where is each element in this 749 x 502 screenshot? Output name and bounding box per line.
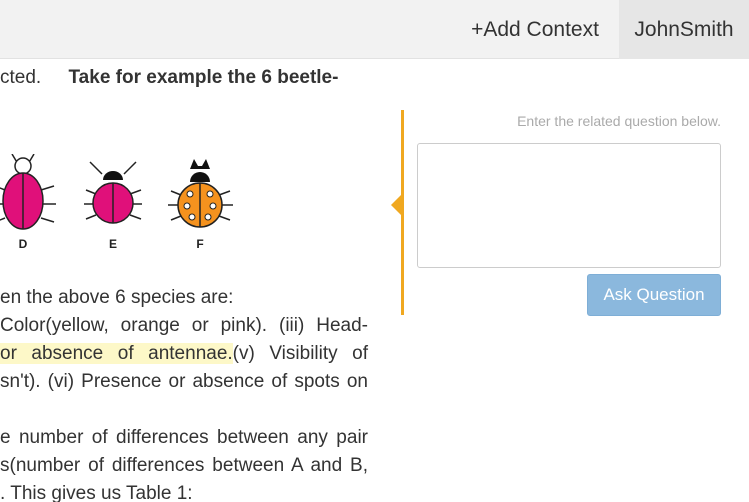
- figure-label-f: F: [196, 237, 203, 251]
- question-hint: Enter the related question below.: [517, 113, 721, 129]
- highlighted-text[interactable]: or absence of antennae.: [0, 343, 233, 364]
- beetle-d-image: [0, 154, 56, 230]
- figure-label-d: D: [19, 237, 28, 251]
- document-line: en the above 6 species are:: [0, 286, 368, 310]
- beetle-figure: D E F: [0, 154, 233, 251]
- text-fragment: cted.: [0, 67, 42, 88]
- beetle-e-image: [84, 161, 142, 224]
- user-menu[interactable]: JohnSmith: [619, 0, 749, 59]
- ask-question-button[interactable]: Ask Question: [587, 274, 721, 316]
- text-fragment: (v) Visibility of: [232, 343, 368, 364]
- document-content: cted. Take for example the 6 beetle- D E…: [0, 59, 370, 502]
- document-line: cted. Take for example the 6 beetle-: [0, 66, 368, 90]
- text-fragment: . This gives us Table 1:: [0, 483, 193, 502]
- text-fragment: en the above 6 species are:: [0, 287, 234, 308]
- add-context-button[interactable]: +Add Context: [452, 0, 618, 59]
- document-line: s(number of differences between A and B,: [0, 455, 368, 476]
- document-line: sn't). (vi) Presence or absence of spots…: [0, 371, 368, 392]
- bold-text: Take for example the 6 beetle-: [68, 67, 339, 88]
- top-bar: +Add Context JohnSmith: [0, 0, 749, 59]
- document-line: . This gives us Table 1:: [0, 482, 368, 502]
- question-pointer-icon: [391, 194, 402, 216]
- figure-label-e: E: [109, 237, 117, 251]
- document-line: e number of differences between any pair: [0, 427, 368, 448]
- question-input[interactable]: [417, 143, 721, 268]
- beetle-f-image: [168, 159, 233, 228]
- document-line: or absence of antennae.(v) Visibility of: [0, 342, 368, 366]
- document-line: Color(yellow, orange or pink). (iii) Hea…: [0, 315, 368, 336]
